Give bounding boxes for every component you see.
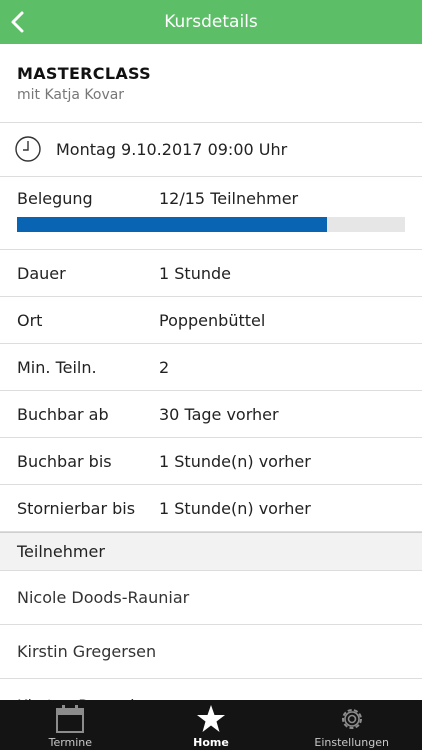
- participant-list-item[interactable]: Kirsten Pressel: [0, 679, 422, 700]
- date-row: Montag 9.10.2017 09:00 Uhr: [0, 123, 422, 177]
- detail-label: Dauer: [17, 264, 66, 283]
- tab-label: Einstellungen: [314, 736, 389, 749]
- occupancy-progress-bar: [17, 217, 405, 232]
- detail-value: Poppenbüttel: [159, 311, 266, 330]
- participant-list-item[interactable]: Kirstin Gregersen: [0, 625, 422, 679]
- detail-row-bookable-from: Buchbar ab 30 Tage vorher: [0, 391, 422, 438]
- detail-value: 1 Stunde: [159, 264, 231, 283]
- course-header: MASTERCLASS mit Katja Kovar: [0, 44, 422, 123]
- detail-value: 1 Stunde(n) vorher: [159, 452, 311, 471]
- occupancy-progress-fill: [17, 217, 328, 232]
- course-trainer: mit Katja Kovar: [17, 87, 125, 103]
- detail-label: Min. Teiln.: [17, 358, 97, 377]
- detail-label: Buchbar ab: [17, 405, 109, 424]
- detail-value: 1 Stunde(n) vorher: [159, 499, 311, 518]
- tab-bar: Termine Home Einstellungen: [0, 700, 422, 750]
- detail-row-duration: Dauer 1 Stunde: [0, 250, 422, 297]
- detail-value: 2: [159, 358, 170, 377]
- calendar-icon: [56, 705, 85, 733]
- detail-row-min-participants: Min. Teiln. 2: [0, 344, 422, 391]
- detail-label: Stornierbar bis: [17, 499, 136, 518]
- navigation-bar: Kursdetails: [0, 0, 422, 44]
- tab-home[interactable]: Home: [141, 700, 282, 750]
- star-icon: [197, 705, 225, 732]
- detail-label: Buchbar bis: [17, 452, 112, 471]
- occupancy-value: 12/15 Teilnehmer: [159, 189, 299, 208]
- occupancy-label: Belegung: [17, 189, 93, 208]
- participant-list-item[interactable]: Nicole Doods-Rauniar: [0, 571, 422, 625]
- tab-label: Termine: [48, 736, 93, 749]
- clock-icon: [15, 136, 41, 162]
- page-title: Kursdetails: [164, 12, 258, 32]
- detail-label: Ort: [17, 311, 43, 330]
- detail-value: 30 Tage vorher: [159, 405, 279, 424]
- course-details-content[interactable]: MASTERCLASS mit Katja Kovar Montag 9.10.…: [0, 44, 422, 700]
- occupancy-row: Belegung 12/15 Teilnehmer: [0, 177, 422, 250]
- detail-row-bookable-until: Buchbar bis 1 Stunde(n) vorher: [0, 438, 422, 485]
- course-title: MASTERCLASS: [17, 64, 151, 83]
- tab-einstellungen[interactable]: Einstellungen: [281, 700, 422, 750]
- detail-row-location: Ort Poppenbüttel: [0, 297, 422, 344]
- detail-row-cancellable-until: Stornierbar bis 1 Stunde(n) vorher: [0, 485, 422, 532]
- gear-icon: [341, 709, 362, 729]
- participants-section-header: Teilnehmer: [0, 532, 422, 571]
- tab-label: Home: [193, 736, 229, 749]
- tab-termine[interactable]: Termine: [0, 700, 141, 750]
- course-date: Montag 9.10.2017 09:00 Uhr: [56, 140, 288, 159]
